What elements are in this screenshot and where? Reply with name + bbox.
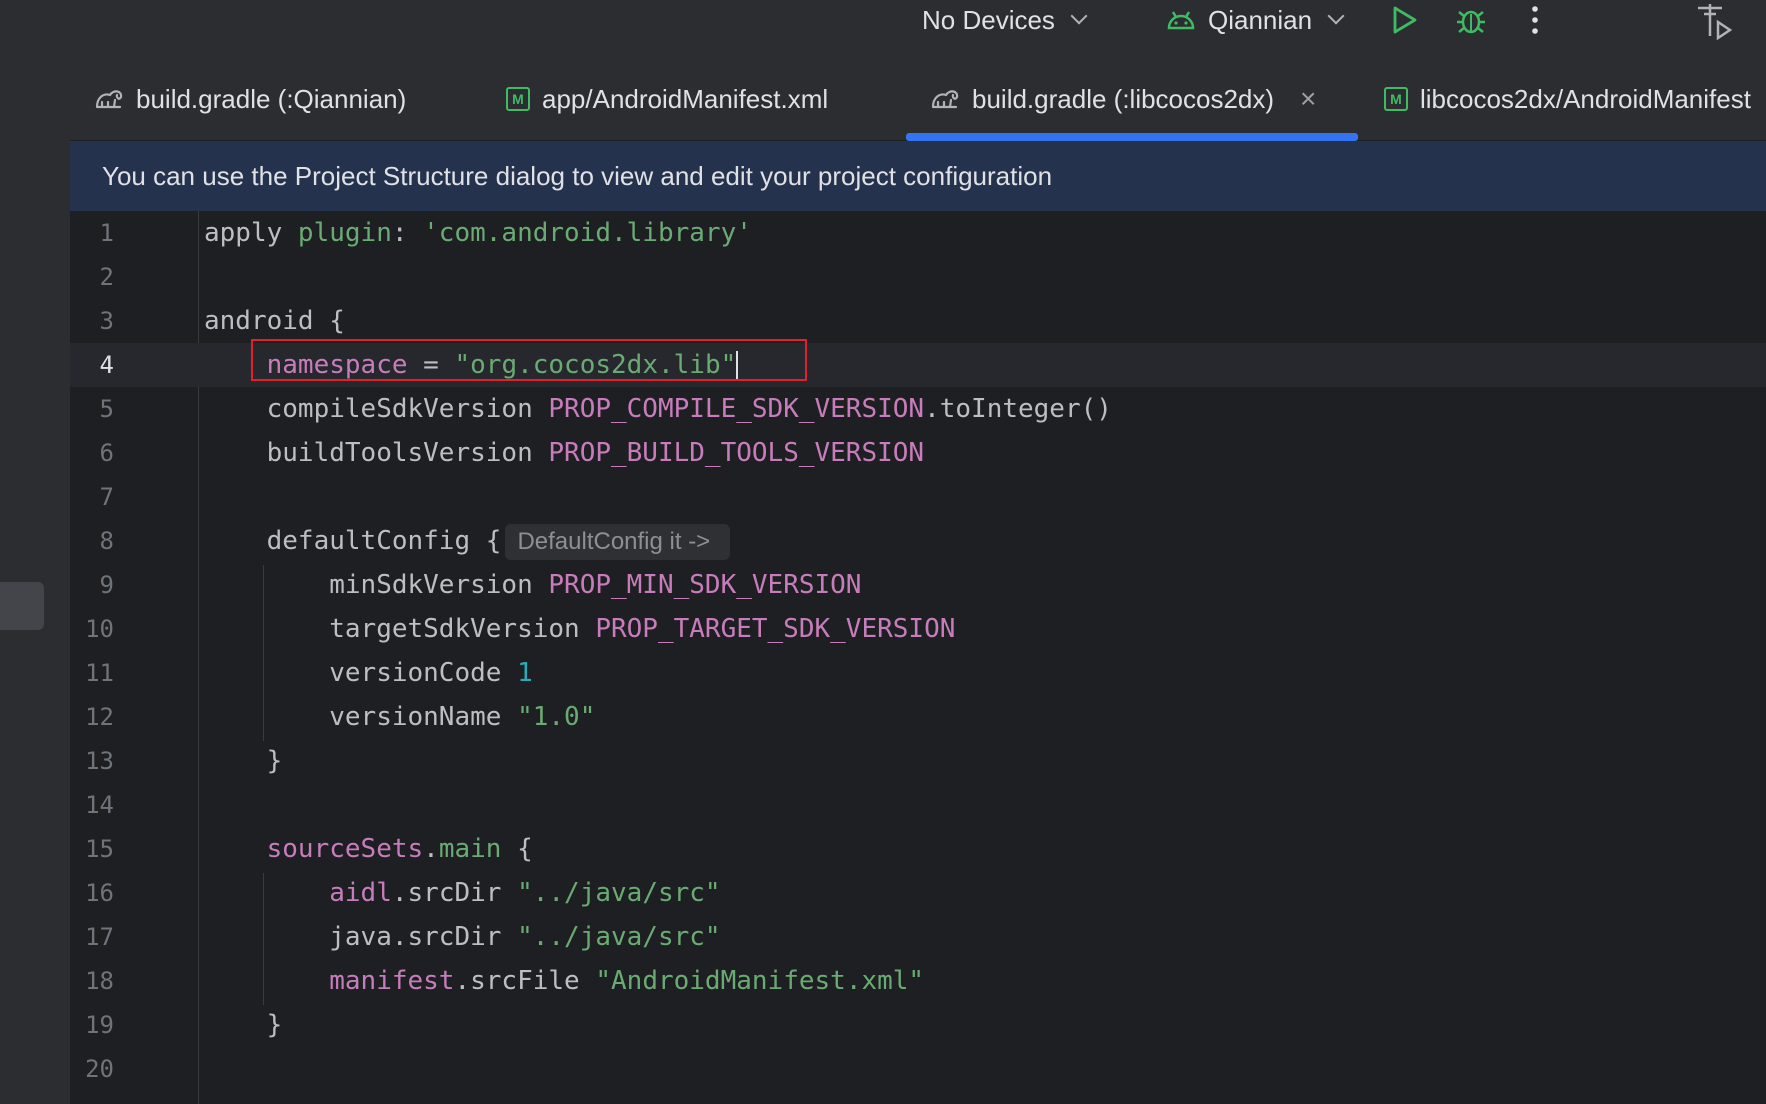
banner-text: You can use the Project Structure dialog…	[102, 160, 1053, 191]
run-icon	[1390, 5, 1418, 35]
gradle-icon	[930, 87, 960, 111]
left-tool-strip	[0, 58, 70, 1104]
highlight-box	[251, 339, 807, 381]
project-structure-banner: You can use the Project Structure dialog…	[70, 141, 1766, 211]
code-line: 8 defaultConfig {DefaultConfig it ->	[70, 519, 1766, 563]
code-line: 16 aidl.srcDir "../java/src"	[70, 871, 1766, 915]
code-line: 7	[70, 475, 1766, 519]
run-button[interactable]	[1390, 0, 1418, 40]
line-number: 7	[99, 483, 114, 511]
line-number: 10	[85, 615, 114, 643]
line-number: 13	[85, 747, 114, 775]
line-number: 14	[85, 791, 114, 819]
editor-tabs: build.gradle (:Qiannian) M app/AndroidMa…	[70, 58, 1766, 141]
device-selector[interactable]: No Devices	[922, 0, 1088, 40]
code-line: 10 targetSdkVersion PROP_TARGET_SDK_VERS…	[70, 607, 1766, 651]
more-actions-button[interactable]	[1530, 0, 1540, 40]
code-line: 5 compileSdkVersion PROP_COMPILE_SDK_VER…	[70, 387, 1766, 431]
tab-app-android-manifest[interactable]: M app/AndroidManifest.xml	[506, 58, 828, 140]
bug-icon	[1455, 4, 1487, 36]
active-tab-indicator	[906, 133, 1358, 141]
tab-label: app/AndroidManifest.xml	[542, 83, 829, 114]
line-number: 4	[99, 351, 114, 379]
code-line: 6 buildToolsVersion PROP_BUILD_TOOLS_VER…	[70, 431, 1766, 475]
line-number: 2	[99, 263, 114, 291]
more-vertical-icon	[1530, 5, 1540, 35]
code-line: 3 android {	[70, 299, 1766, 343]
line-number: 16	[85, 879, 114, 907]
line-number: 12	[85, 703, 114, 731]
chevron-down-icon	[1327, 7, 1345, 25]
close-icon[interactable]: ×	[1300, 83, 1316, 115]
code-line: 13 }	[70, 739, 1766, 783]
code-line: 19 }	[70, 1003, 1766, 1047]
code-line: 12 versionName "1.0"	[70, 695, 1766, 739]
code-line: 9 minSdkVersion PROP_MIN_SDK_VERSION	[70, 563, 1766, 607]
tab-label: build.gradle (:Qiannian)	[136, 83, 407, 114]
line-number: 17	[85, 923, 114, 951]
run-config-selector[interactable]: Qiannian	[1166, 0, 1345, 40]
code-line: 18 manifest.srcFile "AndroidManifest.xml…	[70, 959, 1766, 1003]
main-toolbar: No Devices Qiannian	[0, 0, 1766, 58]
chevron-down-icon	[1070, 7, 1088, 25]
inlay-hint: DefaultConfig it ->	[505, 523, 731, 560]
code-line: 1 apply plugin: 'com.android.library'	[70, 211, 1766, 255]
tool-window-button-selected[interactable]	[0, 582, 44, 630]
indent-guide	[263, 565, 264, 741]
line-number: 9	[99, 571, 114, 599]
debug-button[interactable]	[1455, 0, 1487, 40]
android-icon	[1166, 8, 1196, 32]
line-number: 3	[99, 307, 114, 335]
run-config-label: Qiannian	[1208, 4, 1313, 35]
line-number: 8	[99, 527, 114, 555]
line-number: 6	[99, 439, 114, 467]
indent-guide	[263, 873, 264, 1005]
code-line: 15 sourceSets.main {	[70, 827, 1766, 871]
line-number: 1	[99, 219, 114, 247]
tab-libcocos2dx-android-manifest[interactable]: M libcocos2dx/AndroidManifest	[1384, 58, 1751, 140]
line-number: 5	[99, 395, 114, 423]
tab-label: libcocos2dx/AndroidManifest	[1420, 83, 1751, 114]
code-line: 20	[70, 1047, 1766, 1091]
line-number: 18	[85, 967, 114, 995]
line-number: 15	[85, 835, 114, 863]
code-line: 11 versionCode 1	[70, 651, 1766, 695]
line-number: 11	[85, 659, 114, 687]
code-line: 17 java.srcDir "../java/src"	[70, 915, 1766, 959]
code-line: 14	[70, 783, 1766, 827]
device-selector-label: No Devices	[922, 4, 1055, 35]
run-anything-button[interactable]	[1694, 0, 1734, 40]
tab-build-gradle-libcocos2dx[interactable]: build.gradle (:libcocos2dx) ×	[930, 58, 1316, 140]
line-number: 20	[85, 1055, 114, 1083]
line-number: 19	[85, 1011, 114, 1039]
tab-label: build.gradle (:libcocos2dx)	[972, 83, 1275, 114]
tab-build-gradle-qiannian[interactable]: build.gradle (:Qiannian)	[94, 58, 406, 140]
manifest-icon: M	[1384, 87, 1408, 111]
manifest-icon: M	[506, 87, 530, 111]
code-line: 2	[70, 255, 1766, 299]
run-anything-icon	[1694, 0, 1734, 40]
gradle-icon	[94, 87, 124, 111]
